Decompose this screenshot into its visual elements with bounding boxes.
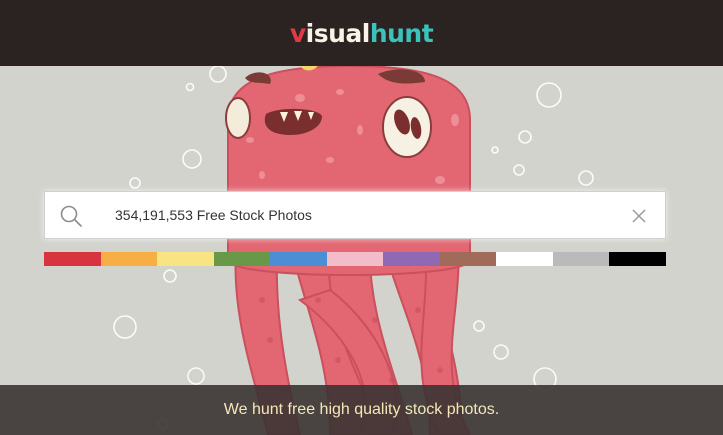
- color-swatch-red[interactable]: [44, 252, 101, 266]
- top-bar: visualhunt: [0, 0, 723, 66]
- color-swatch-black[interactable]: [609, 252, 667, 266]
- visualhunt-logo[interactable]: visualhunt: [0, 18, 723, 50]
- close-icon[interactable]: [631, 208, 647, 224]
- color-swatch-brown[interactable]: [439, 252, 497, 266]
- tagline: We hunt free high quality stock photos.: [223, 401, 500, 418]
- monster-illustration: [113, 66, 594, 435]
- color-swatch-white[interactable]: [496, 252, 553, 266]
- left-eye: [225, 97, 251, 139]
- search-input[interactable]: [115, 202, 595, 228]
- hero-illustration: [0, 66, 723, 435]
- footer-bar: We hunt free high quality stock photos.: [0, 385, 723, 435]
- color-swatch-yellow[interactable]: [157, 252, 214, 266]
- search-bar: [44, 191, 666, 239]
- search-icon[interactable]: [59, 204, 83, 228]
- color-swatch-orange[interactable]: [100, 252, 158, 266]
- logo-letter-v: v: [289, 19, 306, 48]
- logo-text-visual: isual: [305, 19, 371, 48]
- color-swatch-green[interactable]: [213, 252, 271, 266]
- color-swatch-purple[interactable]: [383, 252, 440, 266]
- monster-body: [227, 66, 471, 276]
- color-swatch-blue[interactable]: [270, 252, 327, 266]
- color-swatch-pink[interactable]: [326, 252, 384, 266]
- color-swatch-gray[interactable]: [552, 252, 610, 266]
- logo-text-hunt: hunt: [369, 19, 434, 48]
- color-filter-bar: [44, 252, 667, 266]
